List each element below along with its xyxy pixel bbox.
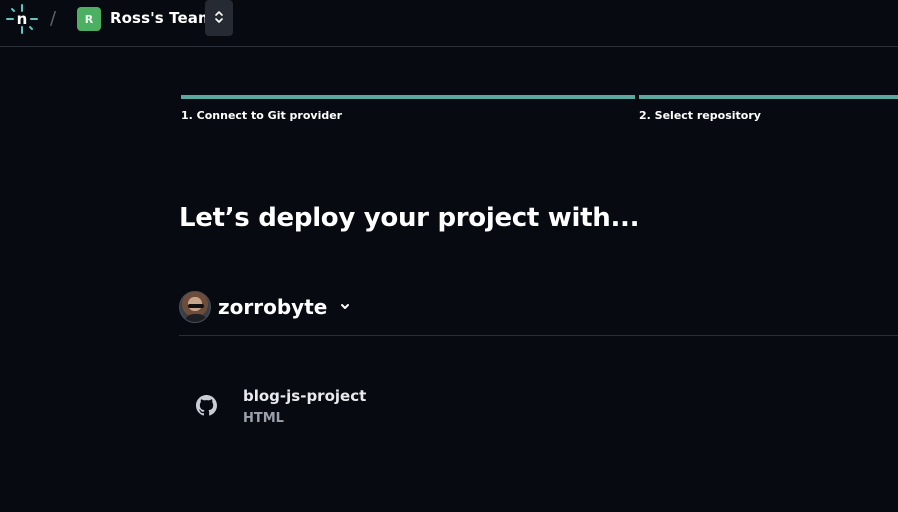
step-select-repository: 2. Select repository [639, 95, 898, 122]
divider [179, 335, 898, 336]
account-username: zorrobyte [218, 295, 328, 319]
top-bar: n / R Ross's Team [0, 0, 898, 47]
step-progress-bar [181, 95, 635, 99]
step-connect-git: 1. Connect to Git provider [181, 95, 635, 122]
github-icon [196, 395, 217, 416]
step-label: 2. Select repository [639, 109, 761, 122]
step-progress-bar [639, 95, 898, 99]
chevron-down-icon[interactable] [340, 303, 350, 311]
netlify-logo-icon[interactable]: n [4, 2, 40, 36]
page-title: Let’s deploy your project with... [179, 203, 640, 233]
chevron-up-down-icon [214, 9, 224, 28]
user-avatar [179, 291, 211, 323]
repository-name: blog-js-project [243, 387, 367, 405]
svg-text:n: n [17, 10, 28, 28]
repository-language: HTML [243, 411, 284, 426]
team-avatar[interactable]: R [77, 7, 101, 31]
repository-list-item[interactable]: blog-js-project HTML [179, 378, 898, 438]
team-name[interactable]: Ross's Team [110, 9, 214, 27]
breadcrumb-separator: / [50, 8, 57, 29]
step-label: 1. Connect to Git provider [181, 109, 343, 122]
account-selector[interactable]: zorrobyte [179, 290, 350, 324]
team-switcher-button[interactable] [205, 0, 233, 36]
